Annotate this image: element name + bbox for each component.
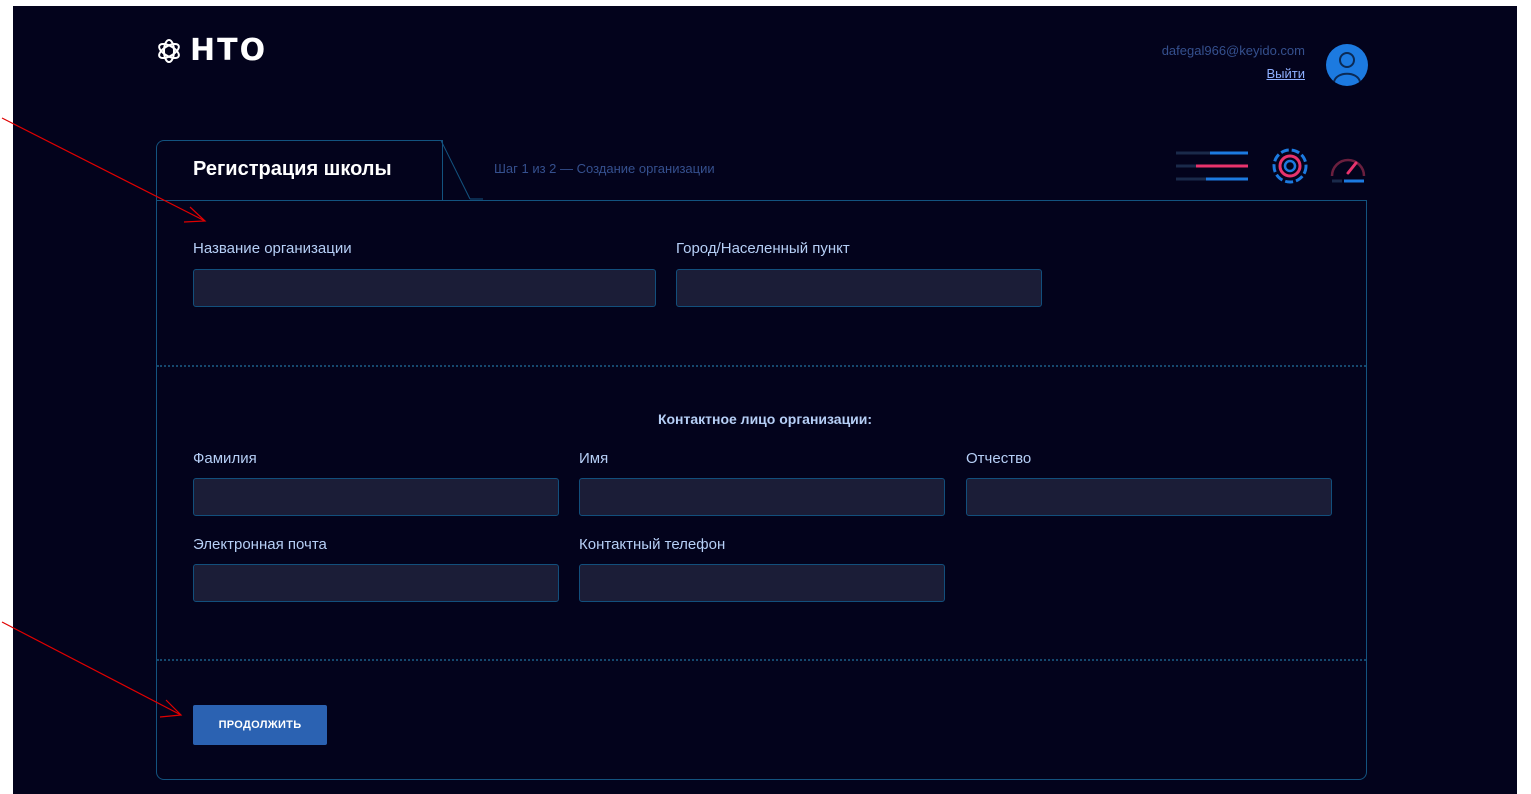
target-icon[interactable] [1272, 148, 1308, 184]
city-label: Город/Населенный пункт [676, 240, 850, 257]
speedometer-icon[interactable] [1328, 148, 1368, 184]
user-email: dafegal966@keyido.com [1161, 43, 1305, 58]
logo[interactable]: НТО [156, 36, 267, 66]
avatar[interactable] [1326, 44, 1368, 86]
first-name-input[interactable] [579, 478, 945, 516]
sliders-icon[interactable] [1176, 150, 1248, 182]
last-name-label: Фамилия [193, 450, 257, 467]
phone-input[interactable] [579, 564, 945, 602]
logo-emblem-icon [158, 39, 180, 63]
first-name-label: Имя [579, 450, 609, 467]
section-divider [157, 365, 1366, 367]
tab-slant-edge [433, 140, 483, 200]
middle-name-input[interactable] [966, 478, 1332, 516]
last-name-input[interactable] [193, 478, 559, 516]
app-window: НТО dafegal966@keyido.com Выйти Регистра… [13, 6, 1517, 794]
section-divider [157, 659, 1366, 661]
page-title: Регистрация школы [193, 158, 392, 180]
city-input[interactable] [676, 269, 1042, 307]
email-label: Электронная почта [193, 536, 327, 553]
step-indicator: Шаг 1 из 2 — Создание организации [494, 161, 715, 176]
logout-link[interactable]: Выйти [1267, 66, 1306, 81]
user-icon [1333, 52, 1361, 83]
email-input[interactable] [193, 564, 559, 602]
org-name-label: Название организации [193, 240, 352, 257]
logo-text: НТО [190, 33, 268, 68]
org-name-input[interactable] [193, 269, 656, 307]
middle-name-label: Отчество [966, 450, 1032, 467]
continue-button[interactable]: ПРОДОЛЖИТЬ [193, 705, 327, 745]
phone-label: Контактный телефон [579, 536, 726, 553]
contact-section-title: Контактное лицо организации: [657, 411, 873, 427]
